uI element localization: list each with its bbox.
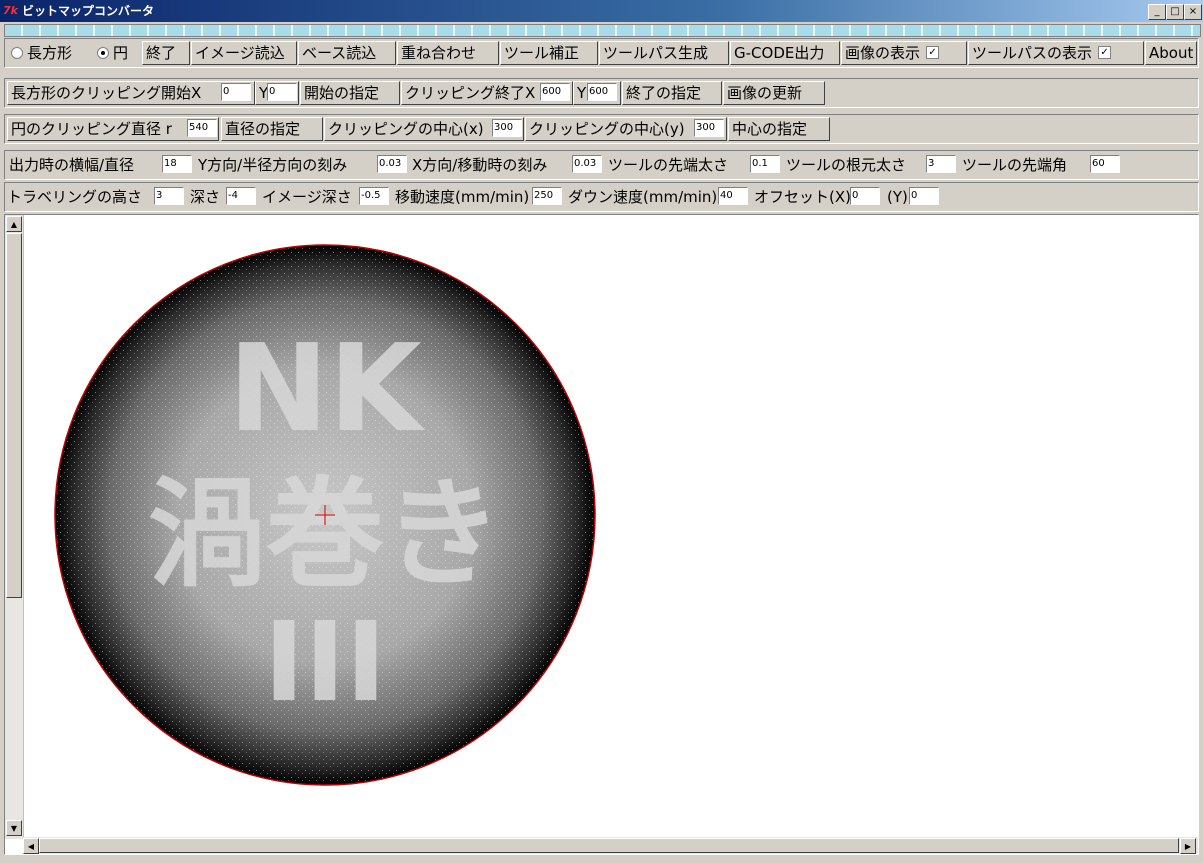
show-image-label: 画像の表示 (845, 44, 921, 62)
scroll-down-button[interactable]: ▼ (6, 820, 22, 836)
set-center-button[interactable]: 中心の指定 (728, 117, 830, 141)
disc-text-uzumaki: 渦巻き (148, 465, 502, 603)
app-icon: 7k (3, 4, 18, 17)
minimize-button[interactable]: _ (1148, 4, 1166, 20)
vertical-scroll-thumb[interactable] (6, 233, 22, 598)
radio-circle[interactable]: 円 (97, 42, 128, 64)
set-diameter-button[interactable]: 直径の指定 (221, 117, 323, 141)
move-speed-input[interactable]: 250 (532, 187, 562, 205)
radio-circle-label: 円 (113, 44, 129, 62)
update-image-button[interactable]: 画像の更新 (723, 81, 825, 105)
title-bar[interactable]: 7k ビットマップコンバータ _ □ × (0, 0, 1203, 22)
output-width-input[interactable]: 18 (162, 155, 192, 173)
end-x-input[interactable]: 600 (540, 83, 570, 101)
down-speed-input[interactable]: 40 (718, 187, 748, 205)
rect-clip-start-group: 長方形のクリッピング開始X (7, 81, 255, 105)
y-step-label: Y方向/半径方向の刻み (198, 156, 348, 174)
scroll-right-button[interactable]: ▶ (1180, 838, 1196, 854)
x-step-input[interactable]: 0.03 (572, 155, 602, 173)
window-title: ビットマップコンバータ (22, 4, 155, 18)
load-base-button[interactable]: ベース読込 (298, 41, 396, 65)
offset-x-input[interactable]: 0 (850, 187, 880, 205)
end-y-input[interactable]: 600 (587, 83, 617, 101)
root-width-input[interactable]: 3 (926, 155, 956, 173)
center-y-input[interactable]: 300 (694, 119, 724, 137)
show-toolpath-label: ツールパスの表示 (972, 44, 1093, 62)
about-button[interactable]: About (1145, 41, 1197, 65)
travel-height-label: トラベリングの高さ (7, 188, 143, 206)
start-y-input[interactable]: 0 (267, 83, 297, 101)
start-x-input[interactable]: 0 (221, 83, 251, 101)
set-end-button[interactable]: 終了の指定 (622, 81, 722, 105)
progress-bar (4, 24, 1201, 37)
scroll-left-button[interactable]: ◀ (23, 838, 39, 854)
image-depth-label: イメージ深さ (262, 188, 352, 206)
toolpath-generate-button[interactable]: ツールパス生成 (599, 41, 729, 65)
tool-correct-button[interactable]: ツール補正 (500, 41, 598, 65)
image-depth-input[interactable]: -0.5 (359, 187, 389, 205)
clip-end-x-label: クリッピング終了X (405, 84, 536, 102)
show-image-checkbox[interactable]: ✓ (926, 46, 940, 59)
depth-input[interactable]: -4 (226, 187, 256, 205)
set-start-button[interactable]: 開始の指定 (300, 81, 400, 105)
disc-text-three: III (264, 598, 387, 726)
diameter-input[interactable]: 540 (187, 119, 217, 137)
horizontal-scrollbar[interactable]: ◀ ▶ (23, 837, 1198, 854)
maximize-button[interactable]: □ (1166, 4, 1184, 20)
overlay-button[interactable]: 重ね合わせ (397, 41, 499, 65)
load-image-button[interactable]: イメージ読込 (191, 41, 297, 65)
offset-y-label: (Y) (887, 188, 908, 206)
travel-height-input[interactable]: 3 (154, 187, 184, 205)
toolbar-motion-params: トラベリングの高さ 3 深さ -4 イメージ深さ -0.5 移動速度(mm/mi… (4, 182, 1199, 212)
center-y-label: クリッピングの中心(y) (529, 120, 685, 138)
offset-x-label: オフセット(X) (754, 188, 851, 206)
tip-angle-input[interactable]: 60 (1090, 155, 1120, 173)
toolbar-main: 長方形 円 終了 イメージ読込 ベース読込 重ね合わせ ツール補正 ツールパス生… (4, 38, 1199, 68)
toolbar-output-params: 出力時の横幅/直径 18 Y方向/半径方向の刻み 0.03 X方向/移動時の刻み… (4, 150, 1199, 180)
horizontal-scroll-thumb[interactable] (39, 838, 1179, 853)
close-button[interactable]: × (1184, 4, 1202, 20)
down-speed-label: ダウン速度(mm/min) (568, 188, 718, 206)
move-speed-label: 移動速度(mm/min) (395, 188, 530, 206)
show-toolpath-toggle[interactable]: ツールパスの表示 ✓ (968, 41, 1144, 65)
root-width-label: ツールの根元太さ (786, 156, 907, 174)
radio-circle-indicator[interactable] (97, 46, 109, 59)
tip-width-label: ツールの先端太さ (608, 156, 729, 174)
end-y-label: Y (577, 84, 587, 102)
app-window: 7k ビットマップコンバータ _ □ × 長方形 円 終了 イメージ読込 ベース… (0, 0, 1203, 863)
radio-rect-label: 長方形 (27, 44, 73, 62)
radio-rect[interactable]: 長方形 (11, 42, 72, 64)
tip-angle-label: ツールの先端角 (962, 156, 1068, 174)
center-x-input[interactable]: 300 (492, 119, 522, 137)
output-width-label: 出力時の横幅/直径 (9, 156, 135, 174)
disc-text-nk: NK (228, 320, 425, 459)
scroll-up-button[interactable]: ▲ (6, 216, 22, 232)
show-toolpath-checkbox[interactable]: ✓ (1098, 46, 1112, 59)
gcode-output-button[interactable]: G-CODE出力 (730, 41, 840, 65)
show-image-toggle[interactable]: 画像の表示 ✓ (841, 41, 967, 65)
vertical-scrollbar[interactable]: ▲ ▼ (5, 215, 24, 839)
radio-rect-indicator[interactable] (11, 46, 23, 59)
circle-diameter-label: 円のクリッピング直径 r (11, 120, 172, 138)
preview-svg: NK 渦巻き III (54, 244, 596, 786)
depth-label: 深さ (190, 188, 221, 206)
rect-clip-start-x-label: 長方形のクリッピング開始X (11, 84, 202, 102)
center-x-label: クリッピングの中心(x) (328, 120, 484, 138)
y-step-input[interactable]: 0.03 (377, 155, 407, 173)
image-canvas[interactable]: NK 渦巻き III ▲ ▼ ◀ ▶ (4, 214, 1199, 855)
toolbar-circle-clip: 円のクリッピング直径 r 540 直径の指定 クリッピングの中心(x) 300 … (4, 114, 1199, 144)
exit-button[interactable]: 終了 (142, 41, 190, 65)
tip-width-input[interactable]: 0.1 (750, 155, 780, 173)
toolbar-rect-clip: 長方形のクリッピング開始X 0 Y 0 開始の指定 クリッピング終了X 600 … (4, 78, 1199, 108)
x-step-label: X方向/移動時の刻み (412, 156, 548, 174)
offset-y-input[interactable]: 0 (909, 187, 939, 205)
